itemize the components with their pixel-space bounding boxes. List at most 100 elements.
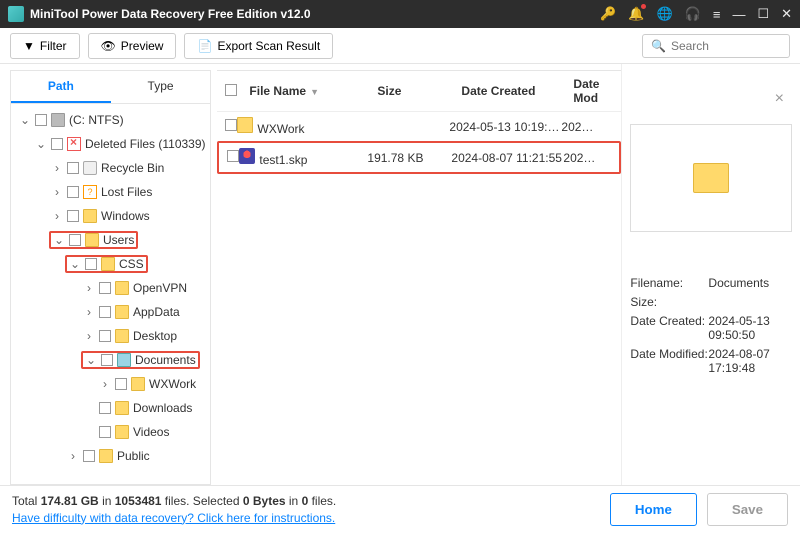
tree-recycle-bin[interactable]: ›Recycle Bin [11,156,210,180]
tree-videos[interactable]: ›Videos [11,420,210,444]
chevron-down-icon[interactable]: ⌄ [53,233,65,247]
checkbox[interactable] [83,450,95,462]
folder-icon [99,449,113,463]
search-box[interactable]: 🔍 [642,34,790,58]
chevron-down-icon[interactable]: ⌄ [19,113,31,127]
select-all-checkbox[interactable] [225,84,237,96]
help-link[interactable]: Have difficulty with data recovery? Clic… [12,511,335,525]
checkbox[interactable] [67,162,79,174]
col-created[interactable]: Date Created [461,84,573,98]
checkbox[interactable] [99,426,111,438]
chevron-down-icon[interactable]: ⌄ [69,257,81,271]
file-modified: 202… [561,120,601,134]
tree-label: CSS [119,257,144,271]
detail-filename-label: Filename: [630,276,708,290]
chevron-right-icon[interactable]: › [83,305,95,319]
skp-file-icon [239,148,255,164]
file-row[interactable]: WXWork 2024-05-13 10:19:… 202… [217,112,621,141]
headset-icon[interactable]: 🎧 [685,6,701,22]
tree-label: AppData [133,305,180,319]
bell-icon[interactable]: 🔔 [628,6,644,22]
chevron-right-icon[interactable]: › [51,185,63,199]
col-filename[interactable]: File Name▼ [249,84,377,98]
tree-public[interactable]: › Public [11,444,210,468]
tree[interactable]: ⌄ (C: NTFS) ⌄ Deleted Files (110339) ›Recy… [11,104,210,484]
checkbox[interactable] [69,234,81,246]
close-icon[interactable]: ✕ [781,6,792,22]
chevron-right-icon[interactable]: › [51,209,63,223]
checkbox[interactable] [115,378,127,390]
checkbox[interactable] [99,402,111,414]
tree-css[interactable]: ⌄ CSS [11,252,210,276]
checkbox[interactable] [99,306,111,318]
chevron-down-icon[interactable]: ⌄ [85,353,97,367]
minimize-icon[interactable]: — [732,7,745,22]
tree-label: Public [117,449,150,463]
chevron-down-icon[interactable]: ⌄ [35,137,47,151]
export-button[interactable]: 📄 Export Scan Result [184,33,333,59]
menu-icon[interactable]: ≡ [713,7,721,22]
tree-deleted-files[interactable]: ⌄ Deleted Files (110339) [11,132,210,156]
drive-icon [51,113,65,127]
tree-label: Deleted Files (110339) [85,137,206,151]
tree-label: Lost Files [101,185,152,199]
chevron-right-icon[interactable]: › [99,377,111,391]
checkbox[interactable] [67,186,79,198]
tree-desktop[interactable]: ›Desktop [11,324,210,348]
maximize-icon[interactable]: ☐ [757,6,769,22]
chevron-right-icon[interactable]: › [67,449,79,463]
tree-downloads[interactable]: ›Downloads [11,396,210,420]
question-icon: ? [83,185,97,199]
col-size[interactable]: Size [377,84,461,98]
checkbox[interactable] [85,258,97,270]
file-list-panel: File Name▼ Size Date Created Date Mod WX… [217,70,621,485]
search-input[interactable] [671,39,781,53]
tree-documents[interactable]: ⌄Documents [11,348,210,372]
preview-thumbnail [630,124,792,232]
detail-filename: Documents [708,276,792,290]
save-button[interactable]: Save [707,493,788,526]
app-logo-icon [8,6,24,22]
chevron-right-icon[interactable]: › [83,281,95,295]
app-title: MiniTool Power Data Recovery Free Editio… [30,7,600,21]
checkbox[interactable] [99,282,111,294]
chevron-right-icon[interactable]: › [83,329,95,343]
detail-created-label: Date Created: [630,314,708,342]
folder-large-icon [693,163,729,193]
tree-label: Downloads [133,401,192,415]
file-created: 2024-05-13 10:19:… [449,120,561,134]
folder-icon [115,329,129,343]
file-row[interactable]: test1.skp 191.78 KB 2024-08-07 11:21:55 … [217,141,621,174]
checkbox[interactable] [67,210,79,222]
col-modified[interactable]: Date Mod [573,77,613,105]
tree-lost-files[interactable]: ›? Lost Files [11,180,210,204]
close-panel-icon[interactable]: × [775,90,784,108]
globe-icon[interactable]: 🌐 [656,6,672,22]
tree-windows[interactable]: ›Windows [11,204,210,228]
home-button[interactable]: Home [610,493,697,526]
tree-appdata[interactable]: › AppData [11,300,210,324]
file-modified: 202… [563,151,603,165]
tab-path[interactable]: Path [11,71,111,103]
checkbox[interactable] [51,138,63,150]
tree-root[interactable]: ⌄ (C: NTFS) [11,108,210,132]
checkbox[interactable] [99,330,111,342]
checkbox[interactable] [101,354,113,366]
filter-icon: ▼ [23,39,35,53]
tree-openvpn[interactable]: › OpenVPN [11,276,210,300]
file-header: File Name▼ Size Date Created Date Mod [217,71,621,112]
tree-label: (C: NTFS) [69,113,124,127]
checkbox[interactable] [35,114,47,126]
tree-label: OpenVPN [133,281,187,295]
tree-users[interactable]: ⌄Users [11,228,210,252]
checkbox[interactable] [225,119,237,131]
tab-type[interactable]: Type [111,71,211,103]
filter-button[interactable]: ▼ Filter [10,33,80,59]
chevron-right-icon[interactable]: › [51,161,63,175]
titlebar: MiniTool Power Data Recovery Free Editio… [0,0,800,28]
folder-icon [237,117,253,133]
preview-button[interactable]: 👁 Preview [88,33,177,59]
tree-wxwork[interactable]: ›WXWork [11,372,210,396]
key-icon[interactable]: 🔑 [600,6,616,22]
checkbox[interactable] [227,150,239,162]
